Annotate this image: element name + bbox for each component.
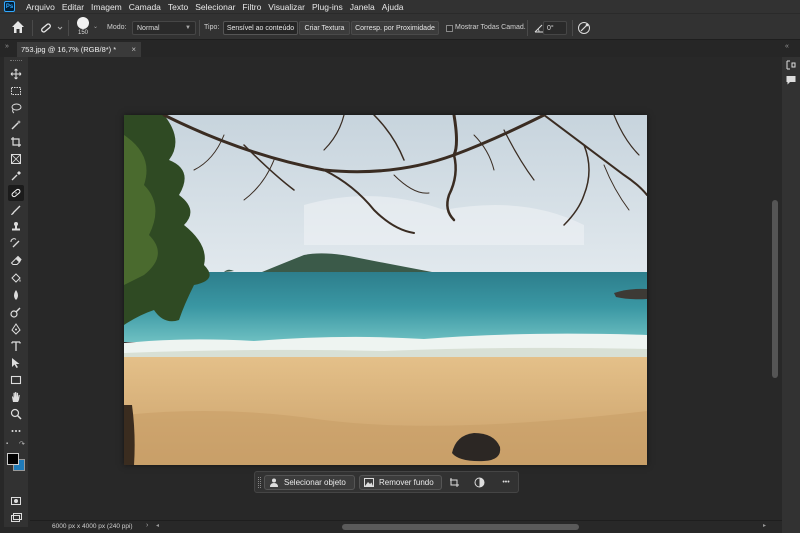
rectangle-tool-icon[interactable]	[8, 372, 24, 388]
transform-icon[interactable]	[448, 476, 461, 489]
default-colors-icon[interactable]: ▪	[6, 441, 8, 447]
dodge-tool-icon[interactable]	[8, 304, 24, 320]
horizontal-scrollbar-thumb[interactable]	[342, 524, 579, 530]
home-icon[interactable]	[11, 20, 27, 36]
canvas-area[interactable]	[30, 57, 770, 520]
eraser-tool-icon[interactable]	[8, 253, 24, 269]
tools-panel: ▪ ↷	[4, 57, 28, 527]
brush-size-value: 150	[77, 30, 88, 36]
mode-select[interactable]: Normal ▼	[132, 21, 196, 35]
quick-mask-icon[interactable]	[8, 493, 24, 509]
eyedropper-tool-icon[interactable]	[8, 168, 24, 184]
chevron-down-icon: ▼	[185, 25, 191, 31]
menu-filtro[interactable]: Filtro	[242, 2, 261, 12]
close-icon[interactable]: ×	[131, 45, 136, 54]
path-selection-tool-icon[interactable]	[8, 355, 24, 371]
scroll-left-icon[interactable]: ◂	[156, 522, 159, 529]
scroll-right-icon[interactable]: ▸	[763, 522, 766, 529]
collapse-panels-icon[interactable]: «	[785, 43, 789, 50]
document-size-status[interactable]: 6000 px x 4000 px (240 ppi)	[52, 523, 133, 530]
menu-editar[interactable]: Editar	[62, 2, 84, 12]
select-subject-button[interactable]: Selecionar objeto	[264, 475, 355, 490]
angle-value: 0°	[547, 24, 554, 32]
clone-stamp-tool-icon[interactable]	[8, 219, 24, 235]
sample-all-layers-label: Mostrar Todas Camad.	[455, 24, 526, 31]
menu-janela[interactable]: Janela	[350, 2, 375, 12]
menu-plugins[interactable]: Plug-ins	[312, 2, 343, 12]
menu-ajuda[interactable]: Ajuda	[382, 2, 404, 12]
options-bar: 150 ⌄ Modo: Normal ▼ Tipo: Sensível ao c…	[0, 13, 800, 40]
create-texture-button[interactable]: Criar Textura	[299, 21, 350, 35]
crop-tool-icon[interactable]	[8, 134, 24, 150]
contextual-task-bar: Selecionar objeto Remover fundo •••	[254, 471, 519, 493]
object-selection-tool-icon[interactable]	[8, 117, 24, 133]
adjustment-icon[interactable]	[473, 476, 486, 489]
sample-all-layers-checkbox[interactable]	[446, 25, 453, 32]
screen-mode-icon[interactable]	[8, 510, 24, 526]
comments-panel-icon[interactable]	[785, 74, 797, 86]
pressure-size-icon[interactable]	[577, 21, 591, 35]
person-icon	[270, 478, 278, 487]
zoom-tool-icon[interactable]	[8, 406, 24, 422]
document-tab[interactable]: 753.jpg @ 16,7% (RGB/8*) * ×	[17, 42, 141, 57]
foreground-color-swatch[interactable]	[7, 453, 19, 465]
paint-bucket-tool-icon[interactable]	[8, 270, 24, 286]
pen-tool-icon[interactable]	[8, 321, 24, 337]
document-tab-title: 753.jpg @ 16,7% (RGB/8*) *	[21, 45, 117, 54]
remove-background-button[interactable]: Remover fundo	[359, 475, 442, 490]
horizontal-scrollbar[interactable]: ◂ ▸	[156, 523, 766, 531]
marquee-tool-icon[interactable]	[8, 83, 24, 99]
chevron-down-icon[interactable]: ⌄	[93, 23, 98, 30]
move-tool-icon[interactable]	[8, 66, 24, 82]
brush-tip-preview[interactable]	[77, 17, 89, 29]
chevron-right-icon[interactable]: ›	[146, 522, 148, 529]
type-label: Tipo:	[204, 24, 220, 31]
vertical-scrollbar[interactable]	[770, 57, 780, 520]
brush-tool-icon[interactable]	[8, 202, 24, 218]
angle-input[interactable]: 0°	[543, 21, 567, 35]
document-canvas[interactable]	[124, 115, 647, 465]
swap-colors-icon[interactable]: ↷	[19, 440, 25, 448]
history-brush-tool-icon[interactable]	[8, 236, 24, 252]
lasso-tool-icon[interactable]	[8, 100, 24, 116]
menu-arquivo[interactable]: Arquivo	[26, 2, 55, 12]
document-tab-bar: » 753.jpg @ 16,7% (RGB/8*) * × «	[0, 40, 800, 57]
frame-tool-icon[interactable]	[8, 151, 24, 167]
select-subject-label: Selecionar objeto	[284, 478, 346, 487]
spot-healing-brush-tool-icon[interactable]	[8, 185, 24, 201]
proximity-match-button[interactable]: Corresp. por Proximidade	[351, 21, 439, 35]
menu-imagem[interactable]: Imagem	[91, 2, 122, 12]
menu-visualizar[interactable]: Visualizar	[268, 2, 305, 12]
menu-camada[interactable]: Camada	[129, 2, 161, 12]
mode-label: Modo:	[107, 24, 127, 31]
vertical-scrollbar-thumb[interactable]	[772, 200, 778, 378]
menu-selecionar[interactable]: Selecionar	[195, 2, 235, 12]
properties-panel-icon[interactable]	[785, 59, 797, 71]
status-bar: 6000 px x 4000 px (240 ppi) › ◂ ▸	[30, 520, 782, 533]
more-tools-icon[interactable]	[8, 423, 24, 439]
menu-texto[interactable]: Texto	[168, 2, 188, 12]
hand-tool-icon[interactable]	[8, 389, 24, 405]
blur-tool-icon[interactable]	[8, 287, 24, 303]
spot-healing-brush-preset-icon[interactable]	[38, 20, 64, 36]
collapse-panel-icon[interactable]: »	[5, 43, 9, 50]
task-bar-grip[interactable]	[258, 477, 261, 488]
more-options-icon[interactable]: •••	[498, 476, 514, 489]
menu-bar: Ps Arquivo Editar Imagem Camada Texto Se…	[0, 0, 800, 13]
mode-select-value: Normal	[137, 24, 160, 32]
remove-background-label: Remover fundo	[379, 478, 434, 487]
toolbar-grip[interactable]	[10, 60, 22, 62]
content-aware-button[interactable]: Sensível ao conteúdo	[223, 21, 298, 35]
collapsed-panels-strip	[782, 57, 800, 533]
type-tool-icon[interactable]	[8, 338, 24, 354]
image-icon	[364, 478, 374, 487]
beach-photo	[124, 115, 647, 465]
photoshop-logo[interactable]: Ps	[4, 1, 15, 12]
